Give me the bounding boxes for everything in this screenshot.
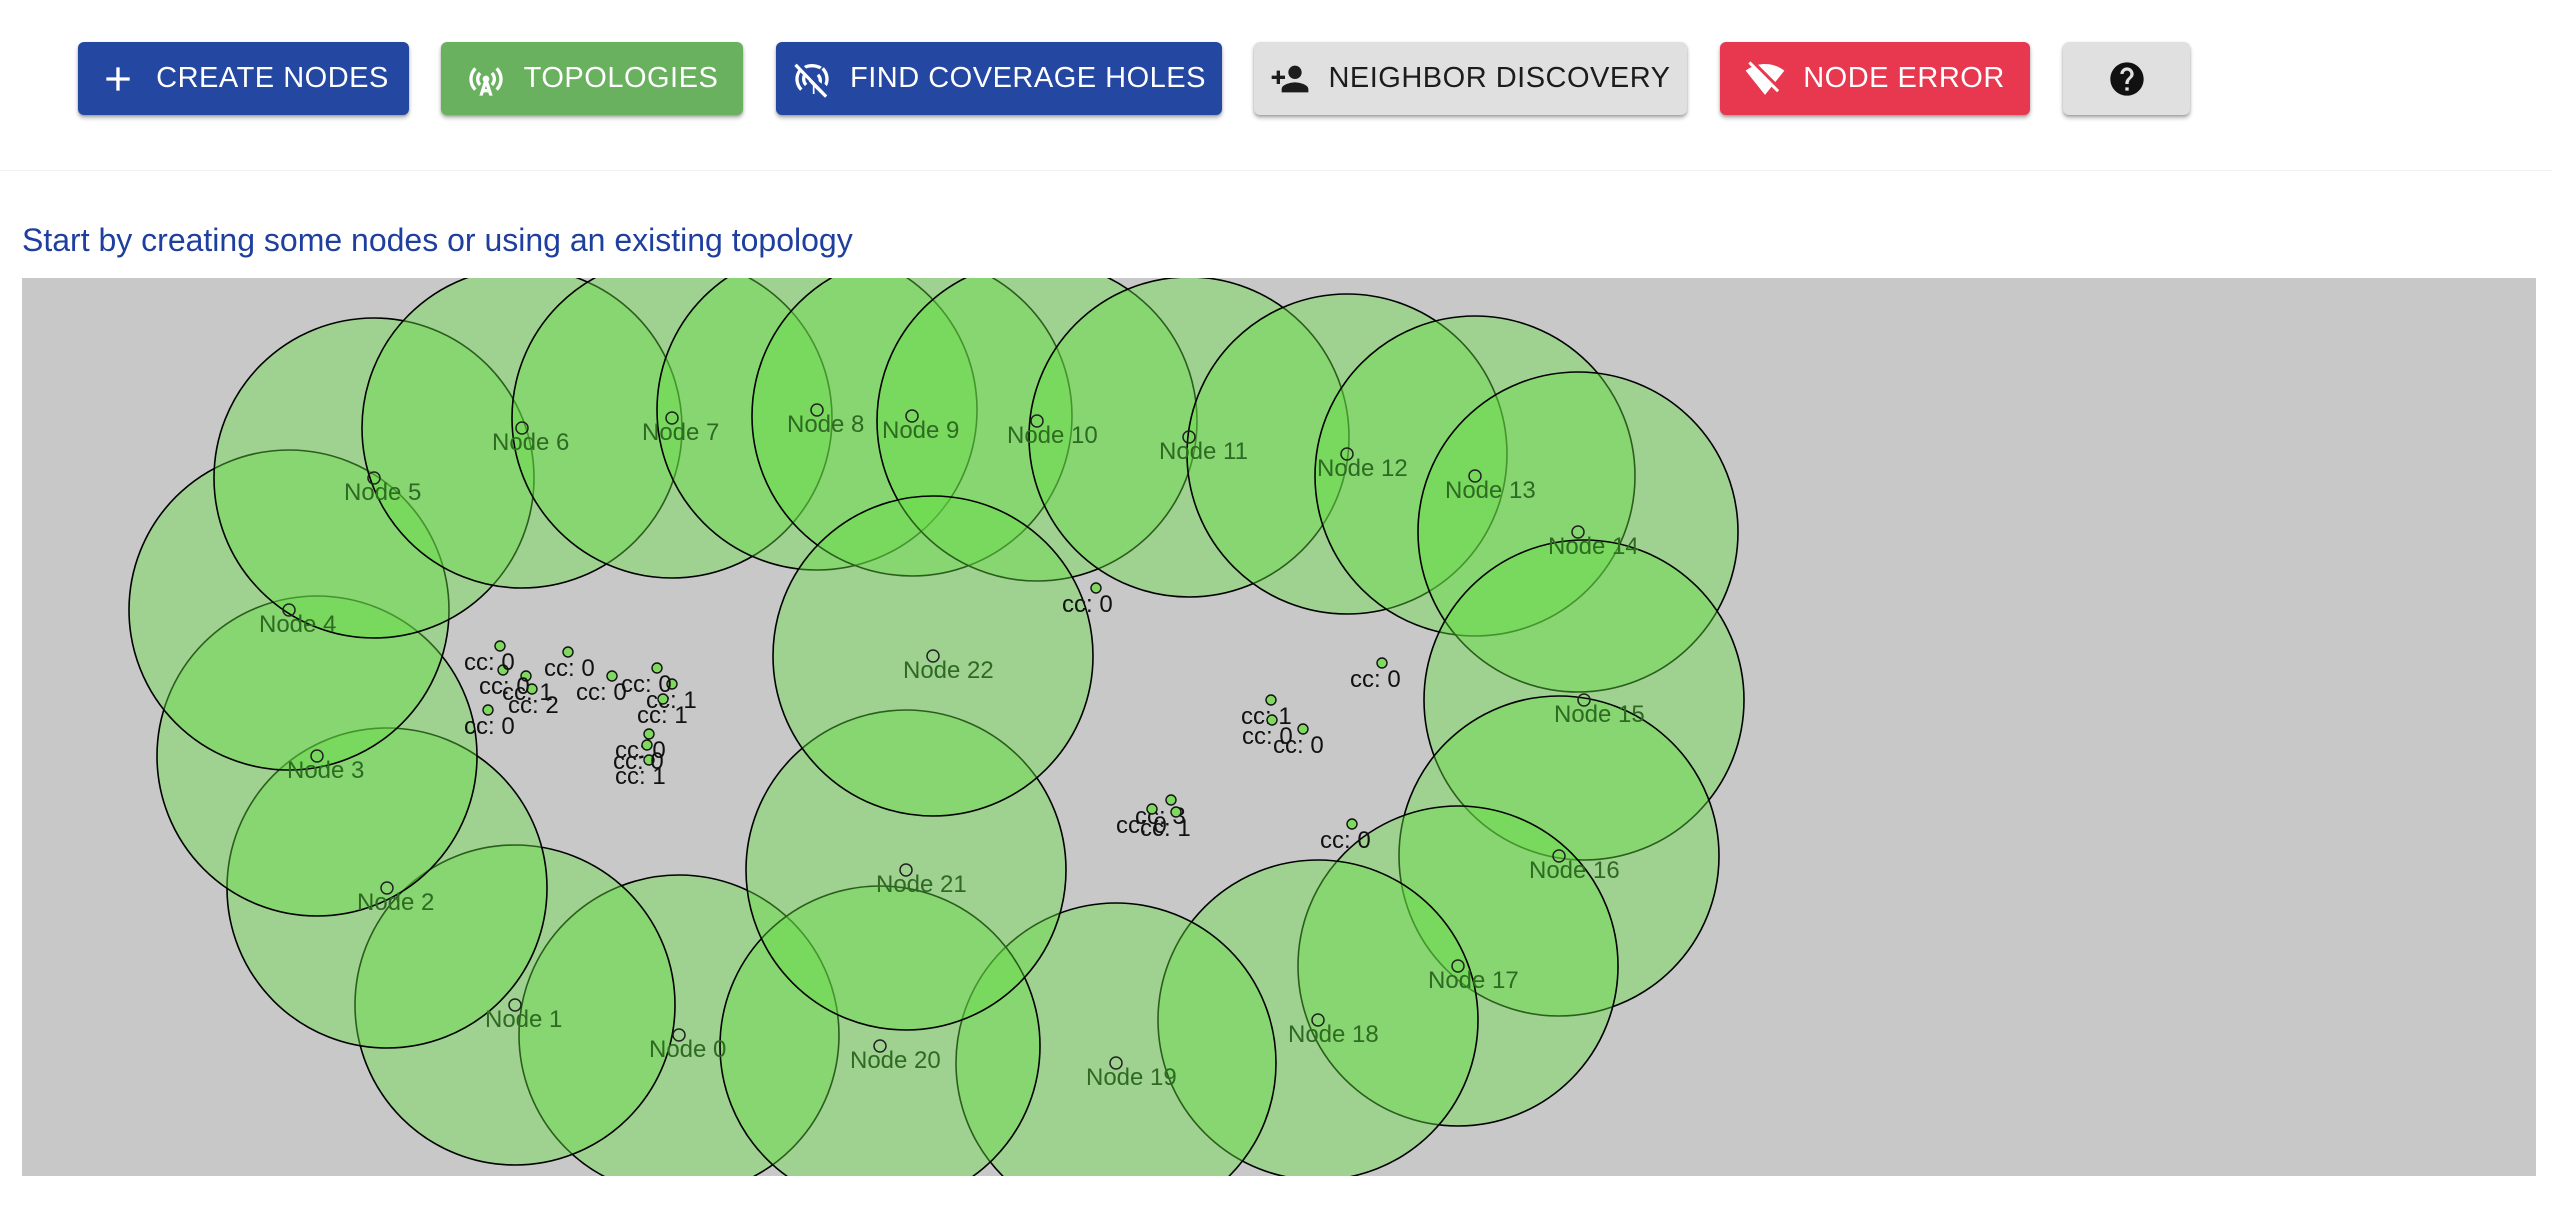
node-label: Node 11 — [1159, 438, 1248, 465]
topologies-button[interactable]: TOPOLOGIES — [441, 42, 743, 115]
node-label: Node 9 — [882, 417, 959, 444]
node-label: Node 16 — [1529, 857, 1620, 884]
person-add-icon — [1270, 59, 1310, 99]
node-label: Node 17 — [1428, 967, 1519, 994]
coverage-point: cc: 0 — [544, 646, 595, 682]
help-icon — [2107, 59, 2147, 99]
find-coverage-holes-button[interactable]: FIND COVERAGE HOLES — [776, 42, 1222, 115]
node-label: Node 2 — [357, 889, 434, 916]
create-nodes-label: CREATE NODES — [156, 62, 389, 94]
node-label: Node 0 — [649, 1036, 726, 1063]
node-label: Node 7 — [642, 419, 719, 446]
coverage-count-label: cc: 0 — [464, 713, 515, 740]
coverage-count-label: cc: 0 — [1350, 666, 1401, 693]
coverage-point: cc: 0 — [1350, 657, 1401, 693]
coverage-count-label: cc: 0 — [613, 748, 664, 775]
neighbor-discovery-label: NEIGHBOR DISCOVERY — [1328, 62, 1671, 94]
node-label: Node 8 — [787, 411, 864, 438]
coverage-count-label: cc: 0 — [464, 649, 515, 676]
coverage-count-label: cc: 0 — [544, 655, 595, 682]
coverage-circles — [128, 278, 1745, 1176]
coverage-count-label: cc: 1 — [637, 702, 688, 729]
help-button[interactable] — [2063, 42, 2190, 115]
signal-off-icon — [792, 59, 832, 99]
coverage-count-label: cc: 0 — [1320, 827, 1371, 854]
antenna-icon — [466, 59, 506, 99]
node-label: Node 13 — [1445, 477, 1536, 504]
coverage-count-label: cc: 0 — [479, 673, 530, 700]
node-label: Node 18 — [1288, 1021, 1379, 1048]
coverage-circle — [772, 495, 1094, 817]
node-label: Node 22 — [903, 657, 994, 684]
coverage-point: cc: 0 — [1320, 818, 1371, 854]
coverage-count-label: cc: 0 — [576, 679, 627, 706]
coverage-count-label: cc: 0 — [1273, 732, 1324, 759]
node-label: Node 10 — [1007, 422, 1098, 449]
coverage-point: cc: 0 — [464, 640, 515, 676]
plus-icon — [98, 59, 138, 99]
node-label: Node 15 — [1554, 701, 1645, 728]
node-label: Node 20 — [850, 1047, 941, 1074]
create-nodes-button[interactable]: CREATE NODES — [78, 42, 409, 115]
topologies-label: TOPOLOGIES — [523, 62, 719, 94]
network-svg[interactable]: Node 0 Node 1 Node 2 Node 3 Node 4 Node 5 Node… — [22, 278, 2536, 1176]
neighbor-discovery-button[interactable]: NEIGHBOR DISCOVERY — [1254, 42, 1687, 115]
network-canvas[interactable]: Node 0 Node 1 Node 2 Node 3 Node 4 Node 5 Node… — [22, 278, 2536, 1176]
node-label: Node 3 — [287, 757, 364, 784]
coverage-point: cc: 0 — [621, 662, 672, 698]
node-label: Node 19 — [1086, 1064, 1177, 1091]
node-error-button[interactable]: NODE ERROR — [1720, 42, 2030, 115]
node-label: Node 1 — [485, 1006, 562, 1033]
coverage-count-label: cc: 0 — [1062, 591, 1113, 618]
toolbar: CREATE NODES TOPOLOGIES FIND COVERAGE HO… — [0, 0, 2552, 171]
instructions-text: Start by creating some nodes or using an… — [22, 222, 853, 258]
node-label: Node 12 — [1317, 455, 1408, 482]
node-label: Node 4 — [259, 611, 336, 638]
wifi-off-icon — [1745, 59, 1785, 99]
node-label: Node 6 — [492, 429, 569, 456]
find-coverage-holes-label: FIND COVERAGE HOLES — [850, 62, 1206, 94]
node-error-label: NODE ERROR — [1803, 62, 2005, 94]
coverage-count-label: cc: 0 — [1116, 812, 1167, 839]
node-label: Node 21 — [876, 871, 967, 898]
node-label: Node 5 — [344, 479, 421, 506]
coverage-count-label: cc: 0 — [621, 671, 672, 698]
node-label: Node 14 — [1548, 533, 1639, 560]
